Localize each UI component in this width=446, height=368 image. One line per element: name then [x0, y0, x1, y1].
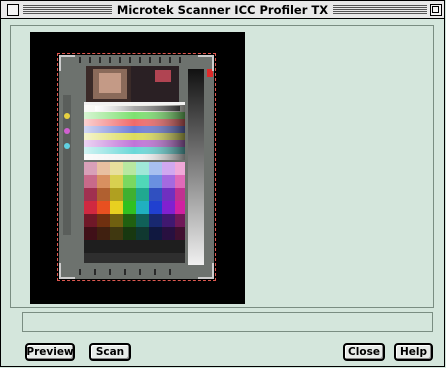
title-bar[interactable]: Microtek Scanner ICC Profiler TX [1, 1, 444, 19]
marquee-handle-bottom-left[interactable] [59, 263, 75, 279]
scan-selection-marquee[interactable] [57, 53, 216, 281]
preview-panel [10, 25, 434, 308]
help-button[interactable]: Help [394, 343, 433, 361]
preview-button[interactable]: Preview [25, 343, 75, 361]
marquee-handle-top-left[interactable] [59, 55, 75, 71]
scan-button[interactable]: Scan [89, 343, 131, 361]
window-title: Microtek Scanner ICC Profiler TX [1, 3, 444, 17]
scanner-window: Microtek Scanner ICC Profiler TX Preview… [0, 0, 445, 367]
close-button[interactable]: Close [343, 343, 385, 361]
marquee-handle-bottom-right[interactable] [198, 263, 214, 279]
status-field [22, 312, 433, 332]
window-zoom-box[interactable] [430, 4, 442, 16]
marquee-handle-top-right[interactable] [198, 55, 214, 71]
preview-area[interactable] [30, 32, 245, 304]
